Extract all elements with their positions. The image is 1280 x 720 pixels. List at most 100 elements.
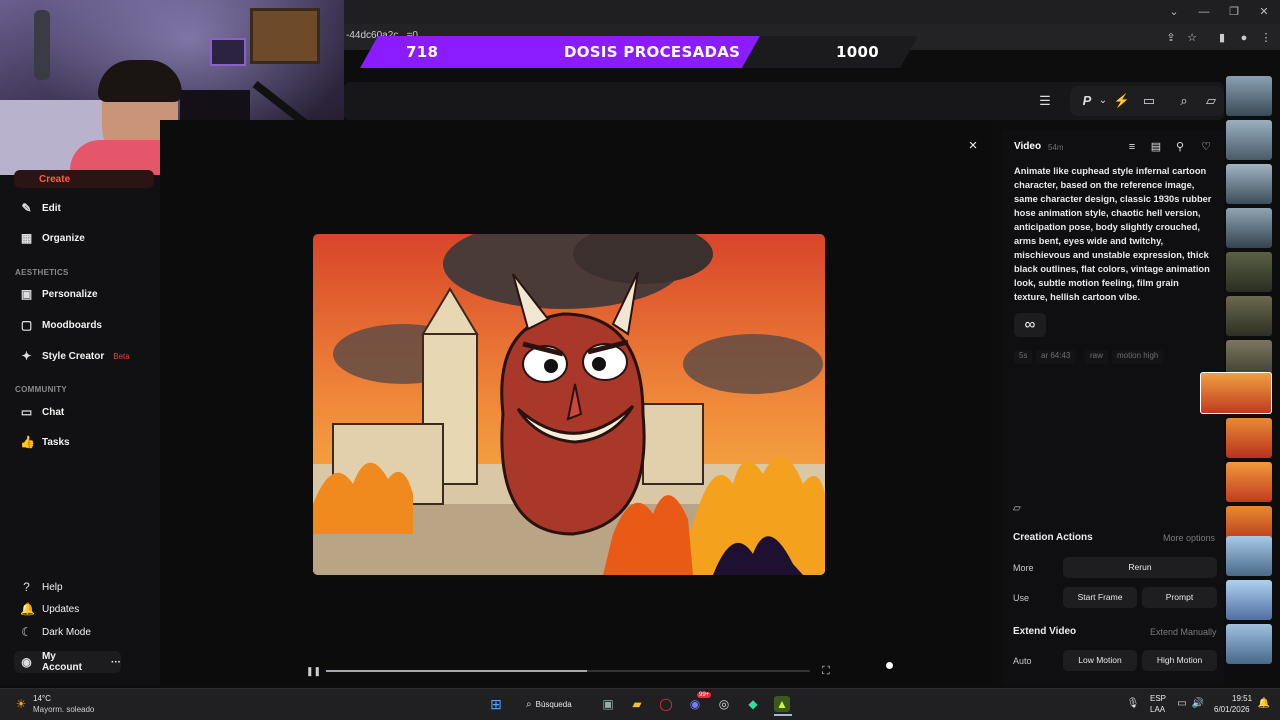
app-icon-active[interactable]: ▲ xyxy=(774,696,790,712)
windows-start-icon[interactable]: ⊞ xyxy=(488,696,504,712)
opera-icon[interactable]: ◯ xyxy=(658,696,674,712)
obs-icon[interactable]: ◎ xyxy=(716,696,732,712)
sidebar-item-moodboards[interactable]: ▢ Moodboards xyxy=(14,312,154,338)
sidebar-item-style-creator[interactable]: ✦ Style Creator Beta xyxy=(14,343,154,369)
sidebar-item-label: Edit xyxy=(42,202,61,214)
extend-video-title: Extend Video xyxy=(1013,626,1077,637)
sidebar-item-label: Tasks xyxy=(42,436,70,448)
account-icon: ◉ xyxy=(21,654,32,669)
pin-icon[interactable]: ⚲ xyxy=(1173,140,1187,154)
folder-icon[interactable]: ▱ xyxy=(1202,92,1220,110)
sidebar-item-label: Organize xyxy=(42,232,85,244)
loop-icon[interactable]: ∞ xyxy=(1014,313,1046,337)
thumbnail[interactable] xyxy=(1226,208,1272,248)
sidebar-item-tasks[interactable]: 👍 Tasks xyxy=(14,429,154,455)
low-motion-button[interactable]: Low Motion xyxy=(1063,650,1137,671)
bookmark-star-icon[interactable]: ☆ xyxy=(1184,30,1200,46)
clock-time[interactable]: 19:51 xyxy=(1232,694,1252,703)
sliders-icon[interactable]: ☰ xyxy=(1036,92,1054,110)
pause-icon[interactable]: ❚❚ xyxy=(306,666,321,677)
use-row-label: Use xyxy=(1013,593,1030,603)
thumbnail-selected[interactable] xyxy=(1200,372,1272,414)
folder-icon[interactable]: ▱ xyxy=(1013,503,1021,514)
sidebar-item-label: Personalize xyxy=(42,288,98,300)
share-icon[interactable]: ⇪ xyxy=(1163,30,1179,46)
task-view-icon[interactable]: ▣ xyxy=(600,696,616,712)
cursor-dot xyxy=(886,662,893,669)
kebab-menu-icon[interactable]: ⋮ xyxy=(1258,30,1274,46)
high-motion-button[interactable]: High Motion xyxy=(1142,650,1217,671)
dose-banner-title: DOSIS PROCESADAS xyxy=(564,43,741,61)
thumbnail[interactable] xyxy=(1226,580,1272,620)
panel-age: 54m xyxy=(1048,143,1064,152)
account-more-icon[interactable]: ··· xyxy=(111,657,121,668)
heart-icon[interactable]: ♡ xyxy=(1199,140,1213,154)
thumbnail[interactable] xyxy=(1226,164,1272,204)
param-tag[interactable]: raw xyxy=(1085,350,1108,364)
thumbnail[interactable] xyxy=(1226,76,1272,116)
thumbnail[interactable] xyxy=(1226,120,1272,160)
start-frame-button[interactable]: Start Frame xyxy=(1063,587,1137,608)
more-options-link[interactable]: More options xyxy=(1163,533,1215,543)
language-layout[interactable]: LAA xyxy=(1150,705,1165,714)
weather-desc: Mayorm. soleado xyxy=(33,705,95,714)
document-icon[interactable]: ▤ xyxy=(1149,140,1163,154)
sun-icon[interactable]: ☀ xyxy=(13,696,29,712)
bolt-icon[interactable]: ⚡ xyxy=(1113,92,1131,110)
thumbnail[interactable] xyxy=(1226,418,1272,458)
chevron-down-icon[interactable]: ⌄ xyxy=(1166,4,1182,20)
sidebar-item-my-account[interactable]: ◉ My Account ··· xyxy=(14,651,121,673)
rerun-button[interactable]: Rerun xyxy=(1063,557,1217,578)
param-tag[interactable]: motion high xyxy=(1112,350,1164,364)
generated-video-frame[interactable] xyxy=(313,234,825,575)
param-tag[interactable]: 5s xyxy=(1014,350,1033,364)
profile-icon[interactable]: ● xyxy=(1236,30,1252,46)
thumbnail[interactable] xyxy=(1226,624,1272,664)
search-icon: ⌕ xyxy=(526,698,532,710)
sidebar-item-label: Moodboards xyxy=(42,319,102,331)
sidebar-item-label: My Account xyxy=(41,651,82,673)
more-row-label: More xyxy=(1013,563,1034,573)
discord-icon[interactable]: ◉ xyxy=(687,696,703,712)
thumbnail[interactable] xyxy=(1226,462,1272,502)
creation-actions-title: Creation Actions xyxy=(1013,532,1093,543)
minimize-icon[interactable]: — xyxy=(1196,4,1212,20)
search-icon[interactable]: ⌕ xyxy=(1175,92,1193,110)
thumbnail[interactable] xyxy=(1226,536,1272,576)
prompt-text: Animate like cuphead style infernal cart… xyxy=(1014,166,1212,302)
chevron-down-icon[interactable]: ⌄ xyxy=(1094,92,1112,110)
app-icon-green[interactable]: ◆ xyxy=(745,696,761,712)
sidebar-item-personalize[interactable]: ▣ Personalize xyxy=(14,281,154,307)
moodboard-icon: ▢ xyxy=(20,317,33,332)
sidebar-item-dark-mode[interactable]: ☾ Dark Mode xyxy=(14,619,154,645)
close-window-icon[interactable]: ✕ xyxy=(1256,4,1272,20)
notification-bell-icon[interactable]: 🔔 xyxy=(1256,696,1272,712)
sidebar-item-chat[interactable]: ▭ Chat xyxy=(14,399,154,425)
language-code[interactable]: ESP xyxy=(1150,694,1166,703)
volume-icon[interactable]: 🔊 xyxy=(1190,696,1206,712)
chat-icon[interactable]: ▭ xyxy=(1140,92,1158,110)
thumbnail[interactable] xyxy=(1226,296,1272,336)
sparkle-icon: ✦ xyxy=(21,348,32,363)
param-tag[interactable]: ar 64:43 xyxy=(1036,350,1076,364)
taskbar-search[interactable]: ⌕ Búsqueda xyxy=(520,695,582,713)
list-icon[interactable]: ≡ xyxy=(1125,140,1139,154)
prompt-button[interactable]: Prompt xyxy=(1142,587,1217,608)
sidebar-item-edit[interactable]: ✎ Edit xyxy=(14,195,154,221)
fullscreen-icon[interactable]: ⛶ xyxy=(822,665,830,678)
sidebar-item-create[interactable]: Create xyxy=(14,170,154,188)
sidebar-item-organize[interactable]: ▦ Organize xyxy=(14,225,154,251)
restore-icon[interactable]: ❐ xyxy=(1226,4,1242,20)
active-indicator xyxy=(774,714,792,716)
clock-date[interactable]: 6/01/2026 xyxy=(1214,705,1250,714)
dose-count-total: 1000 xyxy=(836,43,879,61)
close-icon[interactable]: × xyxy=(966,138,980,153)
dose-count-processed: 718 xyxy=(406,43,439,61)
extend-manually-link[interactable]: Extend Manually xyxy=(1150,627,1217,637)
thumbnail[interactable] xyxy=(1226,252,1272,292)
file-explorer-icon[interactable]: ▰ xyxy=(629,696,645,712)
side-panel-icon[interactable]: ▮ xyxy=(1214,30,1230,46)
section-heading-community: COMMUNITY xyxy=(15,385,68,394)
network-icon[interactable]: ▭ xyxy=(1174,696,1190,712)
microphone-icon[interactable]: 🎙 xyxy=(1125,696,1141,712)
